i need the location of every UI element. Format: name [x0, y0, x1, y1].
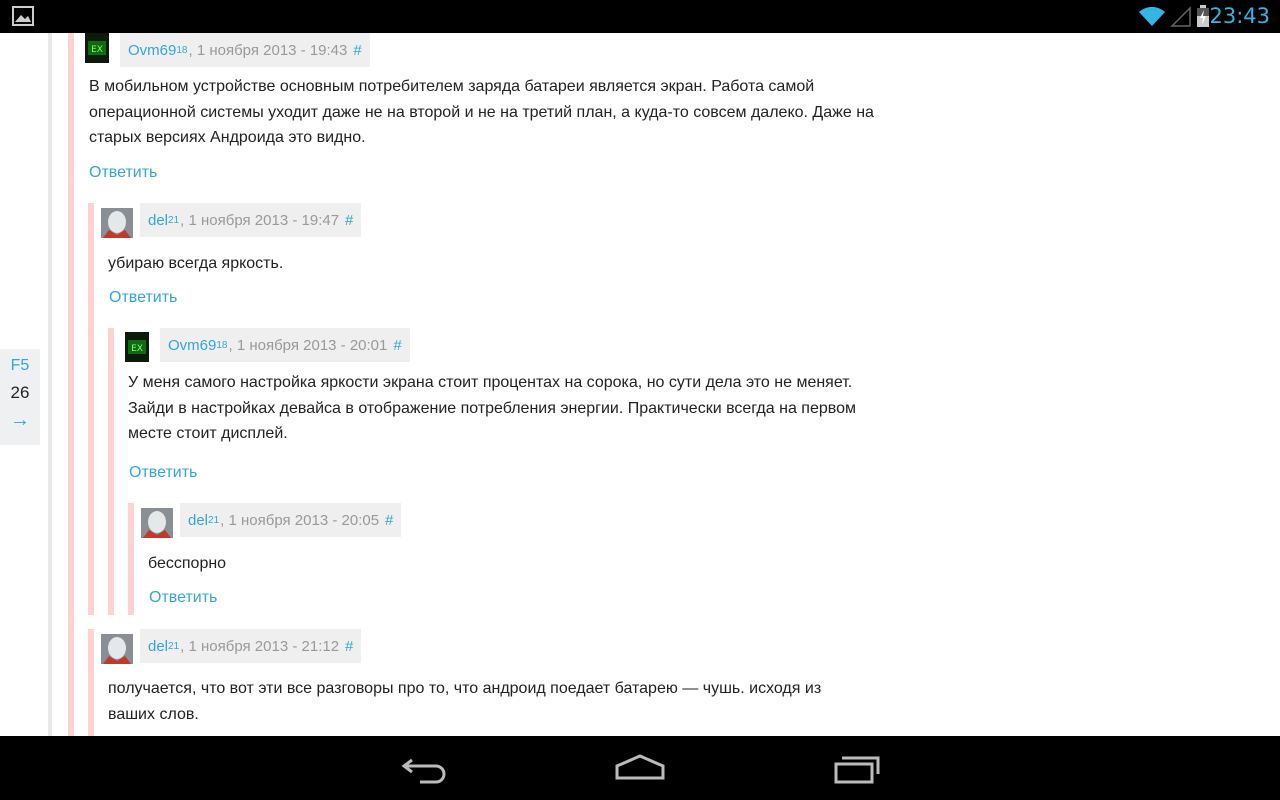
svg-text:EX: EX: [131, 344, 143, 354]
avatar[interactable]: [101, 208, 133, 238]
comment: del 21, 1 ноября 2013 - 20:05 # бесспорно …: [128, 503, 988, 615]
reply-link[interactable]: Ответить: [149, 589, 217, 607]
thread-bar: [88, 629, 94, 736]
back-icon[interactable]: [400, 752, 450, 786]
comment-meta: del 21, 1 ноября 2013 - 19:47 #: [140, 203, 362, 237]
avatar[interactable]: EX: [85, 33, 109, 63]
comment-date: , 1 ноября 2013 - 20:01: [228, 336, 388, 354]
comment-text: получается, что вот эти все разговоры пр…: [108, 680, 822, 723]
gallery-icon: [12, 6, 34, 26]
comment-author[interactable]: del: [148, 212, 168, 229]
battery-charging-icon: [1197, 5, 1209, 27]
home-icon[interactable]: [615, 752, 665, 786]
avatar[interactable]: EX: [125, 332, 149, 362]
comment-permalink[interactable]: #: [393, 337, 401, 354]
comment-text: бесспорно: [148, 555, 227, 572]
navigation-bar: [0, 736, 1280, 800]
comment-date: , 1 ноября 2013 - 21:12: [180, 637, 340, 655]
side-panel: F5 26 →: [0, 349, 40, 445]
comment-text: убираю всегда яркость.: [108, 255, 284, 272]
comment-meta: Ovm69 18, 1 ноября 2013 - 20:01 #: [160, 328, 410, 362]
comment-text: У меня самого настройка яркости экрана с…: [128, 374, 856, 442]
comment-author[interactable]: Ovm69: [128, 42, 176, 59]
author-karma: 18: [176, 44, 188, 56]
thread-bar: [108, 328, 114, 615]
svg-text:EX: EX: [91, 45, 103, 55]
new-comments-count: 26: [10, 383, 30, 402]
comment-date: , 1 ноября 2013 - 20:05: [220, 511, 380, 529]
comment-author[interactable]: del: [148, 638, 168, 655]
status-bar: 23:43: [0, 0, 1280, 33]
refresh-button[interactable]: F5: [0, 357, 40, 375]
comment-text: В мобильном устройстве основным потребит…: [89, 78, 874, 146]
signal-icon: [1170, 6, 1191, 27]
reply-link[interactable]: Ответить: [89, 164, 157, 182]
thread-bar: [128, 503, 134, 615]
comment-permalink[interactable]: #: [385, 512, 393, 529]
author-karma: 21: [168, 640, 180, 652]
comment-meta: Ovm69 18, 1 ноября 2013 - 19:43 #: [120, 33, 370, 67]
comment-author[interactable]: Ovm69: [168, 337, 216, 354]
comment-permalink[interactable]: #: [353, 42, 361, 59]
reply-link[interactable]: Ответить: [129, 464, 197, 482]
reply-link[interactable]: Ответить: [109, 289, 177, 307]
author-karma: 18: [216, 339, 228, 351]
status-icons: [1138, 5, 1210, 27]
comment-author[interactable]: del: [188, 512, 208, 529]
comment-permalink[interactable]: #: [345, 212, 353, 229]
avatar[interactable]: [101, 634, 133, 664]
author-karma: 21: [208, 514, 220, 526]
comment-meta: del 21, 1 ноября 2013 - 21:12 #: [140, 629, 362, 663]
comment-meta: del 21, 1 ноября 2013 - 20:05 #: [180, 503, 402, 537]
wifi-icon: [1139, 6, 1165, 27]
comment-date: , 1 ноября 2013 - 19:43: [188, 41, 348, 59]
next-comment-arrow-icon[interactable]: →: [0, 409, 40, 432]
comment: EX Ovm69 18, 1 ноября 2013 - 19:43 # В моб…: [80, 33, 980, 193]
thread-bar: [88, 203, 94, 615]
thread-parent-bar: [68, 33, 74, 736]
author-karma: 21: [168, 214, 180, 226]
comments-area[interactable]: F5 26 → EX Ovm69 18, 1 ноября 2013 - 19:4…: [0, 33, 1280, 736]
thread-gutter-line: [48, 33, 52, 736]
status-clock: 23:43: [1209, 4, 1270, 28]
avatar[interactable]: [141, 508, 173, 538]
comment: del 21, 1 ноября 2013 - 21:12 # получается…: [88, 629, 988, 736]
comment-date: , 1 ноября 2013 - 19:47: [180, 211, 340, 229]
comment-permalink[interactable]: #: [345, 638, 353, 655]
recent-apps-icon[interactable]: [832, 752, 882, 786]
